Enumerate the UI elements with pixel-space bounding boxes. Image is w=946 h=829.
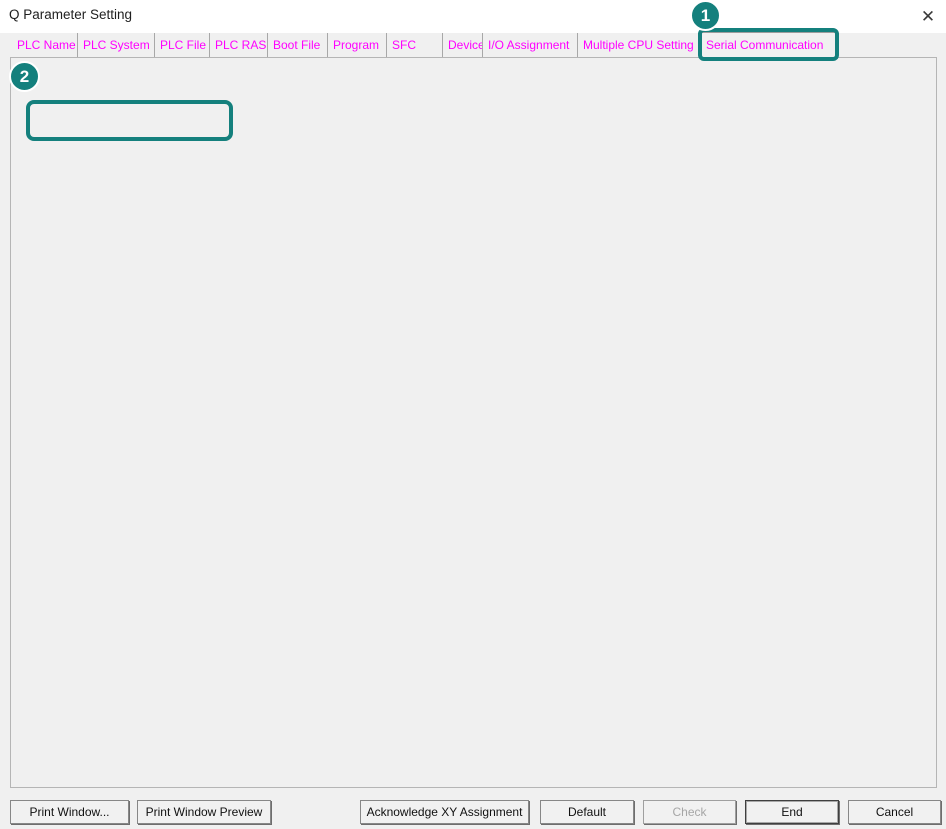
tab-device[interactable]: Device (443, 33, 483, 57)
tab-io-assignment[interactable]: I/O Assignment (483, 33, 578, 57)
tab-plc-name[interactable]: PLC Name (12, 33, 78, 57)
print-window-button[interactable]: Print Window... (10, 800, 129, 824)
tab-plc-ras[interactable]: PLC RAS (210, 33, 268, 57)
tab-highlight-rect (698, 28, 839, 61)
tab-sfc[interactable]: SFC (387, 33, 443, 57)
tab-plc-file[interactable]: PLC File (155, 33, 210, 57)
close-icon[interactable]: ✕ (914, 3, 942, 30)
acknowledge-xy-assignment-button[interactable]: Acknowledge XY Assignment (360, 800, 529, 824)
check-button: Check (643, 800, 736, 824)
tab-boot-file[interactable]: Boot File (268, 33, 328, 57)
tab-plc-system[interactable]: PLC System (78, 33, 155, 57)
end-button[interactable]: End (745, 800, 839, 824)
default-button[interactable]: Default (540, 800, 634, 824)
q-parameter-setting-dialog: Q Parameter Setting ✕ PLC Name PLC Syste… (0, 0, 946, 829)
serial-communication-tab-page (10, 57, 937, 788)
step-2-badge: 2 (9, 61, 40, 92)
step-1-badge: 1 (690, 0, 721, 31)
tab-multiple-cpu-setting[interactable]: Multiple CPU Setting (578, 33, 700, 57)
cancel-button[interactable]: Cancel (848, 800, 941, 824)
checkbox-highlight-rect (26, 100, 233, 141)
window-title: Q Parameter Setting (9, 7, 132, 22)
tab-program[interactable]: Program (328, 33, 387, 57)
print-window-preview-button[interactable]: Print Window Preview (137, 800, 271, 824)
